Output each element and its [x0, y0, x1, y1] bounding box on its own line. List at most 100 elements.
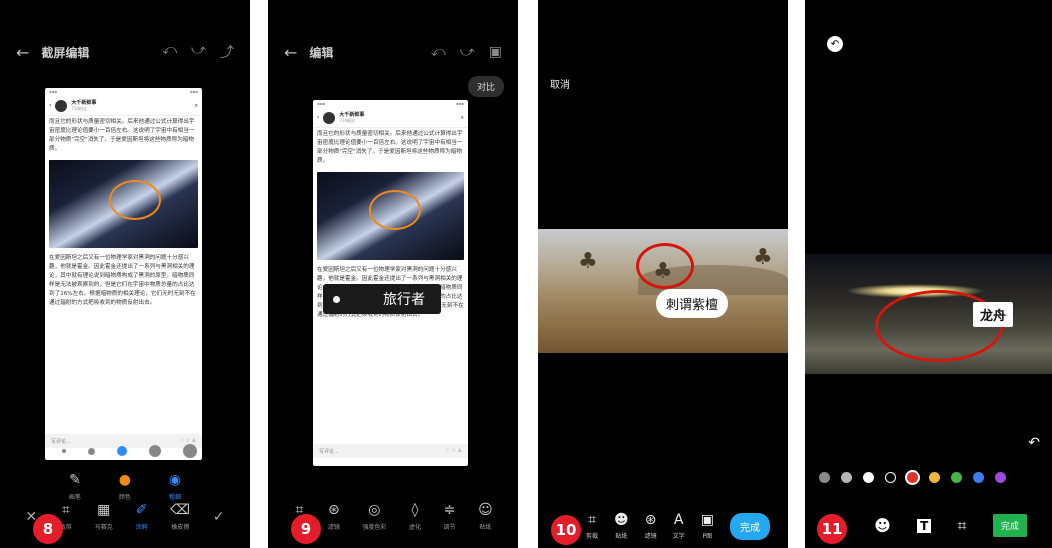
- sticker-text: 旅行者: [383, 292, 425, 308]
- color-swatch[interactable]: [973, 472, 984, 483]
- color-swatch[interactable]: [929, 472, 940, 483]
- crop-tool[interactable]: ⌗ 剪裁: [586, 512, 598, 540]
- thickness-tool[interactable]: ◉ 粗细: [169, 472, 181, 501]
- article-paragraph: 在爱因斯坦之后又有一位物理学家对黑洞的问题十分感兴趣，他就是霍金。因此霍金还提出…: [49, 255, 196, 306]
- color-tool[interactable]: ● 颜色: [119, 472, 131, 501]
- article-header: ‹ 大千新鲜事 734粉丝 ⌕: [45, 96, 202, 116]
- pen-icon: ✎: [69, 472, 81, 488]
- color-swatch[interactable]: [819, 472, 830, 483]
- size-option-selected[interactable]: [117, 446, 127, 456]
- undo-icon[interactable]: ↶: [1028, 435, 1040, 451]
- sticker-tool[interactable]: ☻ 贴纸: [614, 512, 629, 540]
- adjust-tool[interactable]: ≑ 调节: [444, 502, 456, 531]
- avatar: [55, 99, 68, 112]
- thickness-icon: ◉: [168, 472, 182, 488]
- undo-circle-icon[interactable]: ↶: [827, 36, 843, 52]
- color-swatch[interactable]: [995, 472, 1006, 483]
- emoji-icon[interactable]: ☻: [874, 516, 891, 535]
- droplet-icon: ◊: [411, 502, 419, 518]
- color-swatch[interactable]: [863, 472, 874, 483]
- redo-icon[interactable]: ⤻: [191, 42, 206, 62]
- search-icon: ⌕: [194, 101, 198, 109]
- step-badge: 8: [33, 514, 63, 544]
- filter-icon: ⊛: [327, 502, 340, 518]
- doodle-icon: ✐: [135, 502, 148, 518]
- size-option[interactable]: [183, 444, 197, 458]
- cancel-button[interactable]: 取消: [550, 76, 570, 91]
- landscape-photo: ♣ ♣ ♣ 刺谓紫檀: [538, 229, 788, 353]
- blur-tool[interactable]: ◊ 虚化: [409, 502, 421, 531]
- sticker-dot: [333, 295, 340, 303]
- mosaic-tool[interactable]: ▦ 马赛克: [95, 502, 113, 531]
- doodle-tool[interactable]: ✐ 涂鸦: [136, 502, 148, 531]
- back-icon: ‹: [317, 114, 320, 121]
- author-sub: 734粉丝: [71, 106, 88, 111]
- compare-button[interactable]: 对比: [467, 76, 504, 97]
- eraser-icon: ⌫: [170, 502, 191, 518]
- filter-tool[interactable]: ⊛ 滤镜: [328, 502, 340, 531]
- back-arrow-icon[interactable]: ←: [16, 43, 29, 62]
- color-swatch[interactable]: [951, 472, 962, 483]
- size-option[interactable]: [149, 445, 161, 457]
- back-icon: ‹: [49, 102, 52, 109]
- text-icon[interactable]: T: [917, 518, 932, 533]
- crop-icon[interactable]: ⌗: [958, 516, 967, 536]
- done-button[interactable]: 完成: [729, 512, 770, 540]
- crop-icon: ⌗: [588, 512, 596, 528]
- mosaic-icon: ▦: [97, 502, 111, 518]
- step-badge: 9: [291, 514, 321, 544]
- sticker-icon: ☺: [478, 502, 493, 518]
- text-label[interactable]: 龙舟: [973, 302, 1014, 327]
- brush-size-selector[interactable]: [62, 444, 197, 458]
- size-option[interactable]: [62, 449, 66, 453]
- color-swatch[interactable]: [885, 472, 896, 483]
- crop-icon: ⌗: [61, 502, 70, 518]
- circle-annotation: [109, 180, 161, 220]
- undo-icon[interactable]: ⤺: [431, 44, 446, 60]
- page-title: 编辑: [309, 45, 334, 60]
- eraser-tool[interactable]: ⌫ 橡皮擦: [170, 502, 190, 531]
- redo-icon[interactable]: ⤻: [460, 44, 475, 60]
- text-sticker[interactable]: 旅行者: [323, 284, 441, 314]
- filter-tool[interactable]: ⊛ 滤镜: [645, 512, 657, 540]
- text-icon: A: [673, 512, 684, 528]
- color-swatch-selected[interactable]: [907, 472, 918, 483]
- confirm-check-icon[interactable]: ✓: [213, 509, 225, 525]
- article-paragraph: 而且它的形状与质量密切相关。后来他通过公式计算得出宇宙密度比理论值要小一百倍左右…: [317, 131, 463, 164]
- filter-icon: ⊛: [644, 512, 657, 528]
- undo-icon[interactable]: ⤺: [162, 42, 177, 62]
- back-arrow-icon[interactable]: ←: [284, 43, 297, 62]
- sticker-icon: ☻: [614, 512, 629, 528]
- step-badge: 10: [551, 515, 581, 545]
- screenshot-preview: ▪▪▪ ▪▪▪ ‹ 大千新鲜事 734粉丝 ⌕ 而且它的形状与质量密切相关。后来他…: [45, 88, 202, 460]
- space-photo: [49, 160, 198, 248]
- circle-annotation: [369, 190, 421, 230]
- text-tool[interactable]: A 文字: [673, 512, 685, 540]
- panel-image-edit: ← 编辑 ⤺ ⤻ ▣ 对比 ▪▪▪ ▪▪▪ ‹ 大千新鲜事 734粉丝 ⌕ 而且它…: [268, 0, 518, 548]
- red-scribble: [636, 243, 694, 289]
- space-photo: [317, 172, 464, 260]
- text-label[interactable]: 刺谓紫檀: [656, 289, 729, 318]
- tree-icon: ♣: [578, 249, 598, 274]
- top-bar: ← 截屏编辑 ⤺ ⤻ ⤴: [0, 40, 250, 64]
- share-icon[interactable]: ⤴: [220, 42, 234, 62]
- article-header: ‹ 大千新鲜事 734粉丝 ⌕: [313, 108, 468, 128]
- avatar: [323, 111, 336, 124]
- p-icon: ▣: [700, 512, 714, 528]
- color-palette[interactable]: [819, 472, 1006, 483]
- sliders-icon: ≑: [443, 502, 456, 518]
- p-tool[interactable]: ▣ P图: [701, 512, 714, 540]
- sticker-tool[interactable]: ☺ 贴纸: [478, 502, 493, 531]
- night-photo: 龙舟: [805, 254, 1052, 374]
- panel-photo-edit: 取消 ♣ ♣ ♣ 刺谓紫檀 ⌗ 剪裁 ☻ 贴纸 ⊛ 滤镜 A 文字 ▣ P图 完成 10: [538, 0, 788, 548]
- save-icon[interactable]: ▣: [489, 44, 502, 60]
- top-bar: ← 编辑 ⤺ ⤻ ▣: [268, 40, 518, 64]
- color-tool[interactable]: ◎ 强度色彩: [362, 502, 386, 531]
- comment-bar: 写评论... ♡ ☆ ♙: [313, 444, 468, 458]
- page-title: 截屏编辑: [41, 45, 90, 60]
- done-button[interactable]: 完成: [992, 514, 1027, 537]
- pen-tool[interactable]: ✎ 画笔: [69, 472, 81, 501]
- author-name: 大千新鲜事: [71, 100, 97, 106]
- size-option[interactable]: [88, 447, 95, 455]
- color-swatch[interactable]: [841, 472, 852, 483]
